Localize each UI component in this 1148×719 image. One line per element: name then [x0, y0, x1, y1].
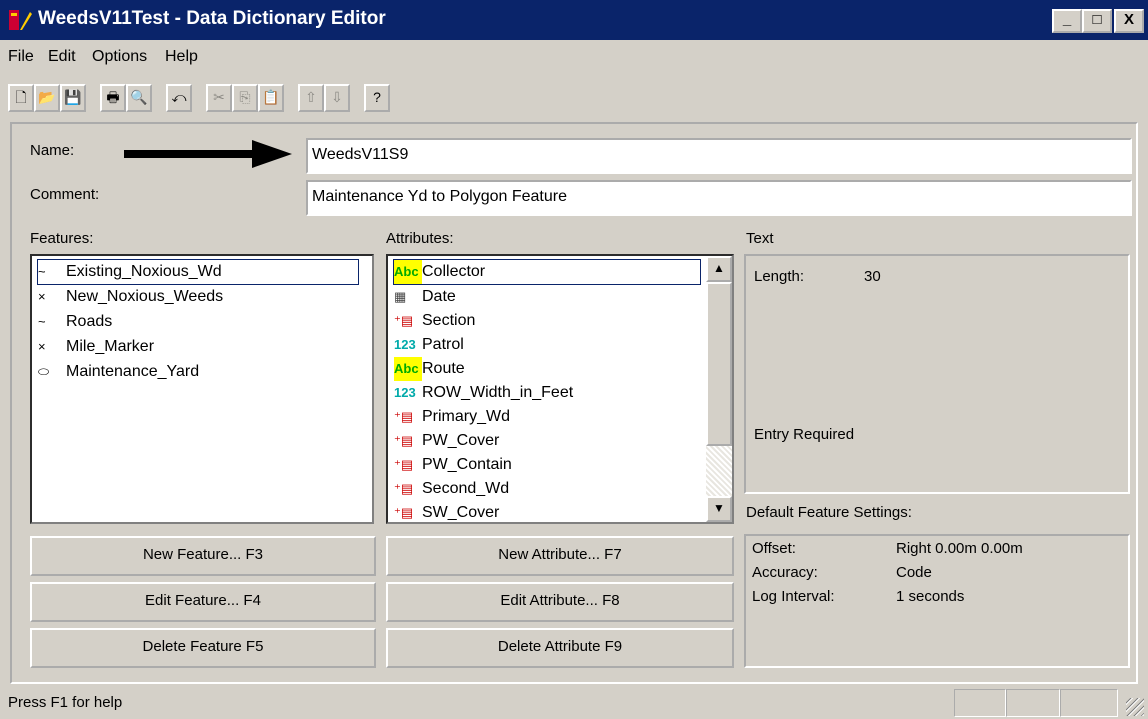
entry-required: Entry Required — [754, 426, 855, 443]
app-icon — [8, 8, 32, 32]
attribute-item[interactable]: 123 ROW_Width_in_Feet — [394, 381, 573, 405]
feature-item[interactable]: × New_Noxious_Weeds — [38, 285, 223, 309]
line-feature-icon: ~ — [38, 264, 46, 279]
attribute-item[interactable]: ⁺▤ Section — [394, 309, 475, 333]
accuracy-label: Accuracy: — [752, 564, 818, 581]
attribute-item[interactable]: Abc Collector — [393, 259, 701, 285]
accuracy-value: Code — [896, 564, 932, 581]
point-feature-icon: × — [38, 289, 46, 304]
edit-attribute-button[interactable]: Edit Attribute... F8 — [386, 582, 734, 622]
window-title: WeedsV11Test - Data Dictionary Editor — [38, 8, 386, 29]
menu-attribute-icon: ⁺▤ — [394, 409, 414, 424]
minimize-button[interactable]: _ — [1052, 9, 1082, 33]
text-attribute-icon: Abc — [394, 260, 422, 284]
new-file-icon[interactable]: 🗋 — [8, 84, 34, 112]
name-label: Name: — [30, 142, 75, 159]
text-attribute-icon: Abc — [394, 357, 422, 381]
log-interval-label: Log Interval: — [752, 588, 835, 605]
length-label: Length: — [754, 268, 805, 285]
point-feature-icon: × — [38, 339, 46, 354]
edit-feature-button[interactable]: Edit Feature... F4 — [30, 582, 376, 622]
defaults-panel: Offset: Right 0.00m 0.00m Accuracy: Code… — [744, 534, 1130, 668]
attribute-item[interactable]: ⁺▤ PW_Contain — [394, 453, 512, 477]
maximize-button[interactable]: □ — [1082, 9, 1112, 33]
menu-attribute-icon: ⁺▤ — [394, 313, 414, 328]
feature-item[interactable]: ~ Existing_Noxious_Wd — [37, 259, 359, 285]
menu-attribute-icon: ⁺▤ — [394, 433, 414, 448]
attribute-item[interactable]: ⁺▤ PW_Cover — [394, 429, 499, 453]
attribute-item[interactable]: ⁺▤ SW_Cover — [394, 501, 499, 522]
attribute-item[interactable]: Abc Route — [394, 357, 465, 381]
line-feature-icon: ~ — [38, 314, 46, 329]
area-feature-icon: ⬭ — [38, 364, 50, 379]
status-text: Press F1 for help — [8, 694, 123, 711]
help-icon[interactable]: ? — [364, 84, 390, 112]
comment-field[interactable]: Maintenance Yd to Polygon Feature — [306, 180, 1132, 216]
numeric-attribute-icon: 123 — [394, 337, 416, 352]
text-panel-heading: Text — [746, 230, 774, 247]
close-button[interactable]: X — [1114, 9, 1144, 33]
name-field[interactable]: WeedsV11S9 — [306, 138, 1132, 174]
scroll-up-icon[interactable]: ▲ — [706, 256, 732, 282]
menu-options[interactable]: Options — [92, 48, 147, 66]
delete-feature-button[interactable]: Delete Feature F5 — [30, 628, 376, 668]
attribute-item[interactable]: ▦ Date — [394, 285, 456, 309]
attributes-label: Attributes: — [386, 230, 454, 247]
paste-icon[interactable]: 📋 — [258, 84, 284, 112]
resize-grip-icon[interactable] — [1126, 698, 1144, 716]
menu-edit[interactable]: Edit — [48, 48, 76, 66]
move-down-icon[interactable]: ⇩ — [324, 84, 350, 112]
features-label: Features: — [30, 230, 94, 247]
text-panel: Length: 30 Entry Required — [744, 254, 1130, 494]
undo-icon[interactable]: ⤺ — [166, 84, 192, 112]
status-pane — [1060, 689, 1118, 717]
menu-attribute-icon: ⁺▤ — [394, 481, 414, 496]
feature-item[interactable]: ~ Roads — [38, 310, 112, 334]
move-up-icon[interactable]: ⇧ — [298, 84, 324, 112]
features-list[interactable]: ~ Existing_Noxious_Wd × New_Noxious_Weeds … — [30, 254, 374, 524]
offset-value: Right 0.00m 0.00m — [896, 540, 1023, 557]
open-folder-icon[interactable]: 📂 — [34, 84, 60, 112]
attributes-list[interactable]: Abc Collector ▦ Date ⁺▤ Section 123 Patrol A… — [386, 254, 734, 524]
copy-icon[interactable]: ⎘ — [232, 84, 258, 112]
feature-item[interactable]: × Mile_Marker — [38, 335, 154, 359]
new-feature-button[interactable]: New Feature... F3 — [30, 536, 376, 576]
status-pane — [954, 689, 1006, 717]
offset-label: Offset: — [752, 540, 796, 557]
print-icon[interactable]: 🖶 — [100, 84, 126, 112]
status-pane — [1006, 689, 1060, 717]
menu-help[interactable]: Help — [165, 48, 198, 66]
date-attribute-icon: ▦ — [394, 289, 407, 304]
attribute-item[interactable]: ⁺▤ Second_Wd — [394, 477, 509, 501]
log-interval-value: 1 seconds — [896, 588, 965, 605]
length-value: 30 — [864, 268, 881, 285]
comment-label: Comment: — [30, 186, 100, 203]
attribute-item[interactable]: ⁺▤ Primary_Wd — [394, 405, 510, 429]
menu-attribute-icon: ⁺▤ — [394, 505, 414, 520]
menu-file[interactable]: File — [8, 48, 34, 66]
scroll-down-icon[interactable]: ▼ — [706, 496, 732, 522]
feature-item[interactable]: ⬭ Maintenance_Yard — [38, 360, 199, 384]
delete-attribute-button[interactable]: Delete Attribute F9 — [386, 628, 734, 668]
defaults-heading: Default Feature Settings: — [746, 504, 912, 521]
numeric-attribute-icon: 123 — [394, 385, 416, 400]
save-icon[interactable]: 💾 — [60, 84, 86, 112]
menu-attribute-icon: ⁺▤ — [394, 457, 414, 472]
cut-icon[interactable]: ✂ — [206, 84, 232, 112]
arrow-icon — [124, 140, 294, 172]
attribute-item[interactable]: 123 Patrol — [394, 333, 464, 357]
print-preview-icon[interactable]: 🔍 — [126, 84, 152, 112]
new-attribute-button[interactable]: New Attribute... F7 — [386, 536, 734, 576]
scroll-thumb[interactable] — [706, 282, 732, 446]
